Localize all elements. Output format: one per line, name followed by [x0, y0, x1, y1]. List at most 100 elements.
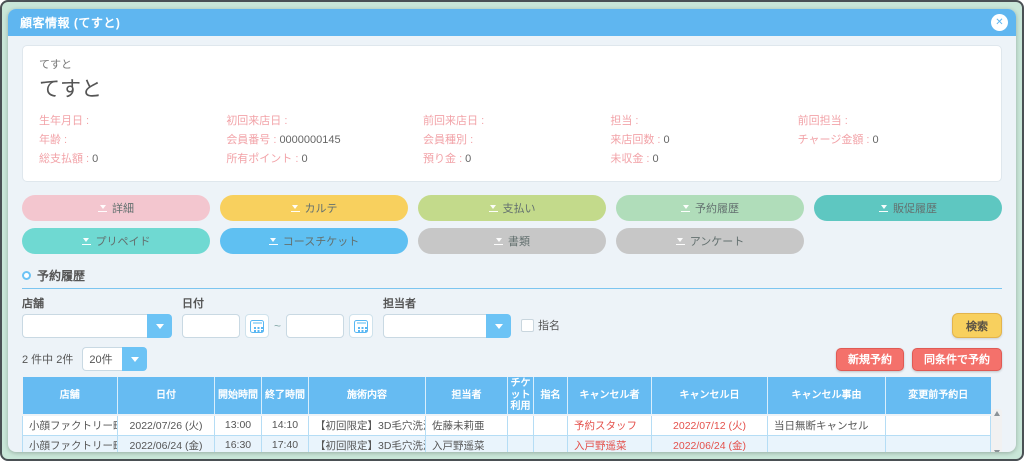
staff-select-button[interactable] — [486, 314, 511, 338]
repeat-reservation-button[interactable]: 同条件で予約 — [912, 348, 1002, 371]
col-store: 店舗 — [23, 377, 118, 415]
tab-course-ticket[interactable]: コースチケット — [220, 228, 408, 254]
field-member-type: 会員種別 : — [423, 131, 610, 150]
col-date: 日付 — [118, 377, 215, 415]
field-points: 所有ポイント :0 — [226, 150, 423, 169]
tab-payment[interactable]: 支払い — [418, 195, 606, 221]
vertical-scrollbar[interactable] — [991, 409, 1002, 452]
reservation-table-container: 店舗 日付 開始時間 終了時間 施術内容 担当者 チケット利用 指名 キャンセル… — [22, 377, 1002, 452]
chevron-down-icon — [131, 357, 139, 362]
field-column: 前回来店日 : 会員種別 : 預り金 :0 — [423, 112, 610, 169]
tab-promotion-history[interactable]: 販促履歴 — [814, 195, 1002, 221]
field-prev-staff: 前回担当 : — [798, 112, 985, 131]
staff-select-value[interactable] — [383, 314, 486, 338]
field-charge-amount: チャージ金額 :0 — [798, 131, 985, 150]
col-cancel-date: キャンセル日 — [652, 377, 768, 415]
dialog-titlebar: 顧客情報 (てすと) ✕ — [8, 9, 1016, 36]
table-row[interactable]: 小顔ファクトリー町田店 2022/07/26 (火) 13:00 14:10 【… — [23, 415, 991, 436]
col-staff: 担当者 — [426, 377, 508, 415]
scroll-up-icon[interactable] — [994, 411, 1000, 416]
filter-bar: 店舗 日付 ~ 担当 — [22, 295, 1002, 338]
col-start-time: 開始時間 — [215, 377, 262, 415]
staff-filter-label: 担当者 — [383, 295, 511, 311]
field-total-paid: 総支払額 :0 — [39, 150, 226, 169]
field-member-number: 会員番号 :0000000145 — [226, 131, 423, 150]
scroll-down-icon[interactable] — [994, 450, 1000, 453]
date-to-calendar-button[interactable] — [349, 314, 373, 338]
table-row[interactable]: 小顔ファクトリー町田店 2022/06/24 (金) 16:30 17:40 【… — [23, 435, 991, 452]
chevron-down-icon — [156, 324, 164, 329]
col-cancel-reason: キャンセル事由 — [768, 377, 886, 415]
calendar-icon — [250, 320, 264, 333]
expand-icon — [269, 238, 278, 245]
col-nomination: 指名 — [534, 377, 568, 415]
close-icon[interactable]: ✕ — [991, 14, 1008, 31]
field-birthdate: 生年月日 : — [39, 112, 226, 131]
expand-icon — [879, 205, 888, 212]
date-from-calendar-button[interactable] — [245, 314, 269, 338]
section-title: 予約履歴 — [37, 267, 85, 284]
field-column: 初回来店日 : 会員番号 :0000000145 所有ポイント :0 — [226, 112, 423, 169]
customer-info-dialog: 顧客情報 (てすと) ✕ てすと てすと 生年月日 : 年齢 : 総支払額 :0… — [8, 9, 1016, 452]
field-deposit: 預り金 :0 — [423, 150, 610, 169]
field-staff: 担当 : — [610, 112, 797, 131]
result-count: 2 件中 2件 — [22, 351, 73, 367]
expand-icon — [291, 205, 300, 212]
field-last-visit: 前回来店日 : — [423, 112, 610, 131]
date-from-input[interactable] — [182, 314, 240, 338]
expand-icon — [98, 205, 107, 212]
field-age: 年齢 : — [39, 131, 226, 150]
col-prev-reservation-date: 変更前予約日 — [886, 377, 991, 415]
table-header-row: 店舗 日付 開始時間 終了時間 施術内容 担当者 チケット利用 指名 キャンセル… — [23, 377, 991, 415]
chevron-down-icon — [495, 324, 503, 329]
tab-prepaid[interactable]: プリペイド — [22, 228, 210, 254]
customer-kana: てすと — [39, 56, 985, 72]
date-filter-label: 日付 — [182, 295, 373, 311]
date-to-input[interactable] — [286, 314, 344, 338]
nomination-label: 指名 — [538, 317, 560, 333]
customer-summary-card: てすと てすと 生年月日 : 年齢 : 総支払額 :0 初回来店日 : 会員番号… — [22, 45, 1002, 182]
new-reservation-button[interactable]: 新規予約 — [836, 348, 904, 371]
tab-survey[interactable]: アンケート — [616, 228, 804, 254]
col-end-time: 終了時間 — [262, 377, 309, 415]
field-unpaid: 未収金 :0 — [610, 150, 797, 169]
nomination-checkbox[interactable]: 指名 — [521, 317, 560, 333]
field-column: 担当 : 来店回数 :0 未収金 :0 — [610, 112, 797, 169]
field-visit-count: 来店回数 :0 — [610, 131, 797, 150]
tab-details[interactable]: 詳細 — [22, 195, 210, 221]
dialog-title: 顧客情報 (てすと) — [20, 14, 120, 31]
expand-icon — [489, 205, 498, 212]
calendar-icon — [354, 320, 368, 333]
store-filter-label: 店舗 — [22, 295, 172, 311]
section-header: 予約履歴 — [22, 267, 1002, 289]
page-background: 顧客情報 (てすと) ✕ てすと てすと 生年月日 : 年齢 : 総支払額 :0… — [0, 0, 1024, 461]
field-first-visit: 初回来店日 : — [226, 112, 423, 131]
tab-bar: 詳細 カルテ 支払い 予約履歴 販促履歴 プリペイド コースチケット 書類 アン… — [22, 195, 1002, 254]
tab-reservation-history[interactable]: 予約履歴 — [616, 195, 804, 221]
col-menu: 施術内容 — [309, 377, 426, 415]
results-toolbar: 2 件中 2件 20件 新規予約 同条件で予約 — [22, 347, 1002, 371]
staff-select[interactable] — [383, 314, 511, 338]
page-size-button[interactable] — [122, 347, 147, 371]
col-canceler: キャンセル者 — [568, 377, 652, 415]
field-column: 生年月日 : 年齢 : 総支払額 :0 — [39, 112, 226, 169]
page-size-select[interactable]: 20件 — [82, 347, 147, 371]
field-column: 前回担当 : チャージ金額 :0 — [798, 112, 985, 169]
checkbox-icon[interactable] — [521, 319, 534, 332]
tab-karte[interactable]: カルテ — [220, 195, 408, 221]
store-select-value[interactable] — [22, 314, 147, 338]
section-bullet-icon — [22, 271, 31, 280]
expand-icon — [82, 238, 91, 245]
search-button[interactable]: 検索 — [952, 313, 1002, 338]
date-range-separator: ~ — [274, 319, 281, 333]
expand-icon — [676, 238, 685, 245]
store-select-button[interactable] — [147, 314, 172, 338]
expand-icon — [681, 205, 690, 212]
expand-icon — [494, 238, 503, 245]
customer-name: てすと — [39, 73, 985, 103]
tab-documents[interactable]: 書類 — [418, 228, 606, 254]
store-select[interactable] — [22, 314, 172, 338]
page-size-value[interactable]: 20件 — [82, 347, 122, 371]
date-filter: 日付 ~ — [182, 295, 373, 338]
staff-filter: 担当者 — [383, 295, 511, 338]
